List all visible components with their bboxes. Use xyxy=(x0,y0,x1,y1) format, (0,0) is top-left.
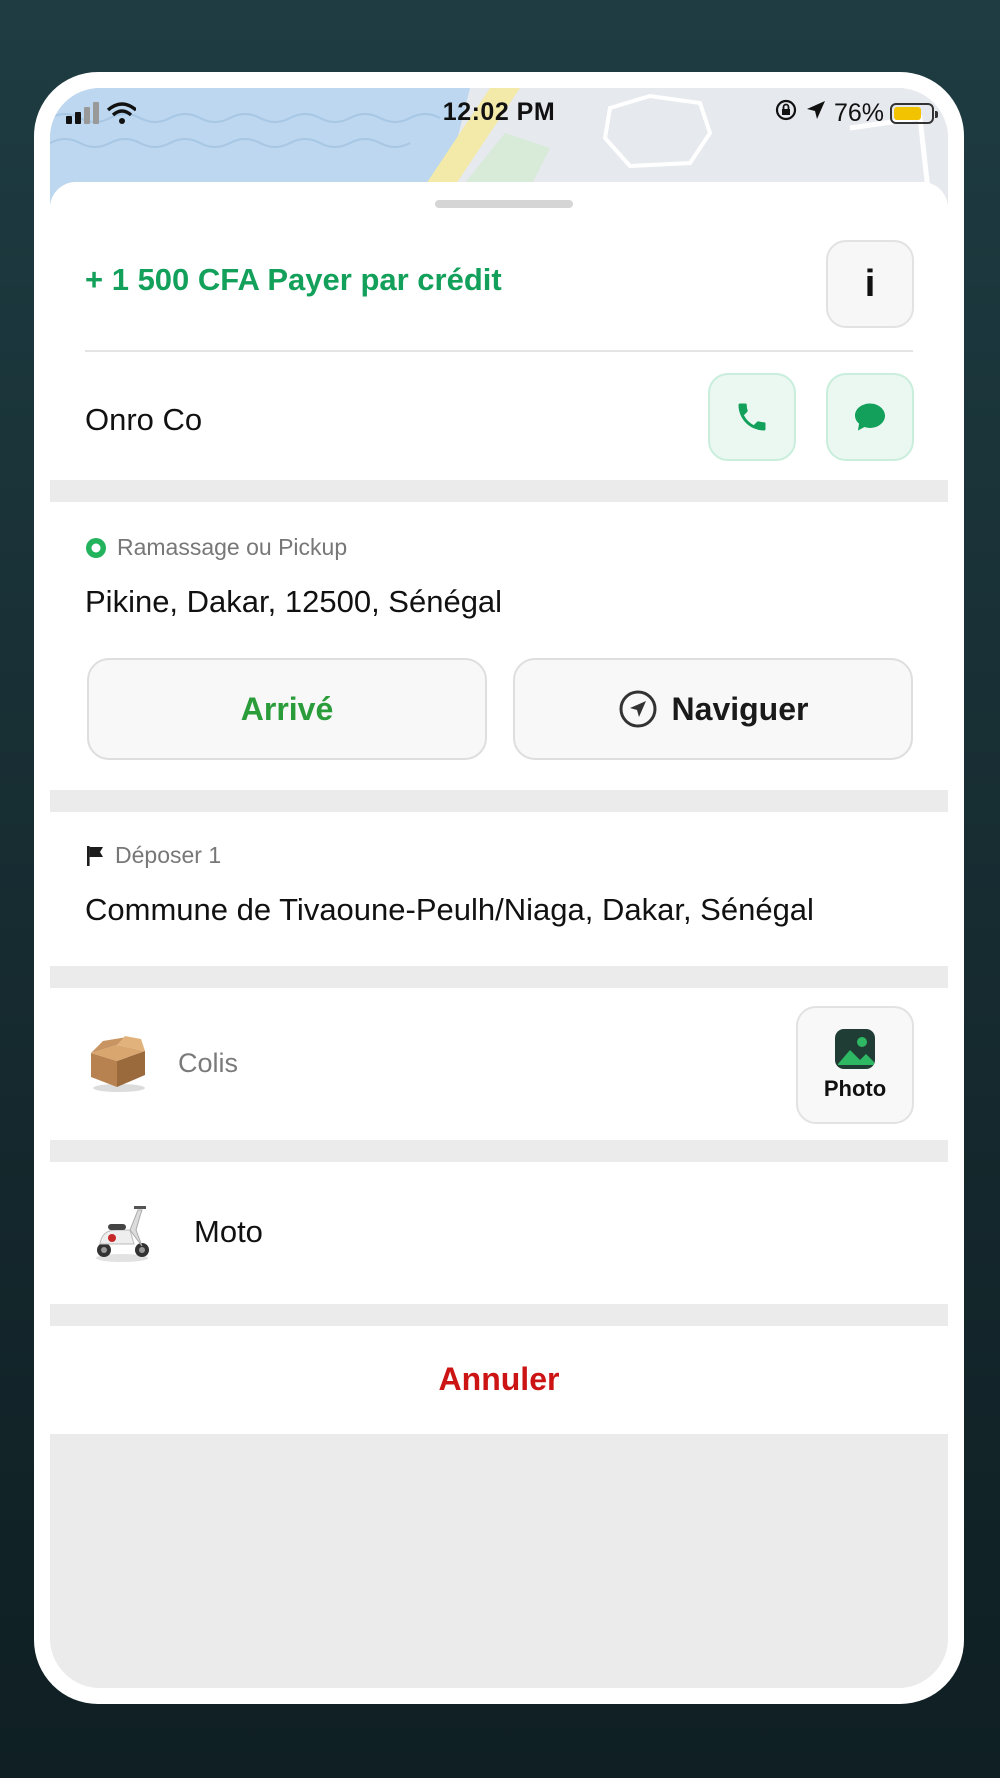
phone-icon xyxy=(738,403,766,431)
pickup-section: Ramassage ou Pickup Pikine, Dakar, 12500… xyxy=(50,502,948,790)
cancel-button[interactable]: Annuler xyxy=(50,1361,948,1398)
pickup-dot-icon xyxy=(86,537,106,558)
photo-button[interactable]: Photo xyxy=(796,1006,914,1124)
dropoff-label: Déposer 1 xyxy=(115,842,222,868)
info-icon: i xyxy=(864,262,876,305)
status-right-group: 76% xyxy=(774,98,938,129)
message-button[interactable] xyxy=(826,373,914,461)
phone-frame: 12:02 PM 76% + 1 500 CFA Payer par crédi… xyxy=(34,72,964,1704)
battery-level xyxy=(894,107,922,120)
vehicle-section: Moto xyxy=(50,1162,948,1304)
scooter-icon xyxy=(90,1200,154,1269)
pickup-label: Ramassage ou Pickup xyxy=(117,534,348,560)
dropoff-address: Commune de Tivaoune-Peulh/Niaga, Dakar, … xyxy=(85,892,814,927)
pickup-address: Pikine, Dakar, 12500, Sénégal xyxy=(85,584,503,619)
vehicle-label: Moto xyxy=(194,1214,263,1249)
package-label: Colis xyxy=(178,1048,239,1078)
box-icon xyxy=(85,1033,151,1098)
flag-icon xyxy=(87,845,103,866)
navigation-arrow-icon xyxy=(619,690,657,728)
arrived-button[interactable]: Arrivé xyxy=(87,658,487,760)
image-icon xyxy=(835,1029,875,1069)
navigate-label: Naviguer xyxy=(671,690,809,727)
chat-bubble-icon xyxy=(855,403,885,431)
dropoff-section: Déposer 1 Commune de Tivaoune-Peulh/Niag… xyxy=(50,812,948,966)
package-section: Colis Photo xyxy=(50,988,948,1140)
app-screen: 12:02 PM 76% + 1 500 CFA Payer par crédi… xyxy=(50,88,948,1688)
arrived-label: Arrivé xyxy=(240,690,334,727)
battery-icon xyxy=(890,103,938,124)
battery-percent: 76% xyxy=(833,99,884,127)
photo-label: Photo xyxy=(823,1076,887,1101)
info-button[interactable]: i xyxy=(826,240,914,328)
call-button[interactable] xyxy=(708,373,796,461)
order-bottom-sheet: + 1 500 CFA Payer par crédit i Onro Co R… xyxy=(50,182,948,1688)
dropoff-label-row: Déposer 1 xyxy=(85,842,221,869)
rotation-lock-icon xyxy=(774,98,798,129)
divider xyxy=(85,350,913,352)
sheet-drag-handle[interactable] xyxy=(435,200,573,208)
cancel-section: Annuler xyxy=(50,1326,948,1434)
customer-name: Onro Co xyxy=(85,402,203,437)
order-summary-section: + 1 500 CFA Payer par crédit i Onro Co xyxy=(50,182,948,480)
status-bar: 12:02 PM 76% xyxy=(50,88,948,138)
price-payment-text: + 1 500 CFA Payer par crédit xyxy=(85,262,502,297)
location-arrow-icon xyxy=(804,98,828,129)
pickup-label-row: Ramassage ou Pickup xyxy=(85,534,347,561)
navigate-button[interactable]: Naviguer xyxy=(513,658,913,760)
